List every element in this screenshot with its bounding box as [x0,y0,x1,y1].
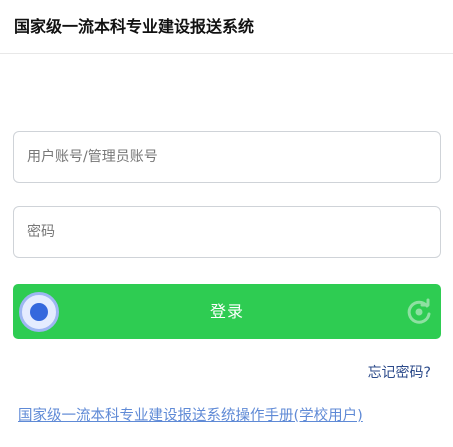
password-input[interactable] [13,206,441,258]
page-title: 国家级一流本科专业建设报送系统 [14,17,255,36]
operation-manual-link[interactable]: 国家级一流本科专业建设报送系统操作手册(学校用户) [18,404,363,425]
refresh-icon[interactable] [405,298,433,326]
username-input[interactable] [13,131,441,183]
slide-captcha-login-button[interactable]: 登录 [13,284,441,339]
slider-handle-icon[interactable] [19,292,59,332]
forgot-password-link[interactable]: 忘记密码? [368,362,431,382]
slider-handle-dot [30,303,48,321]
captcha-label: 登录 [209,302,244,321]
app-header: 国家级一流本科专业建设报送系统 [0,0,453,54]
